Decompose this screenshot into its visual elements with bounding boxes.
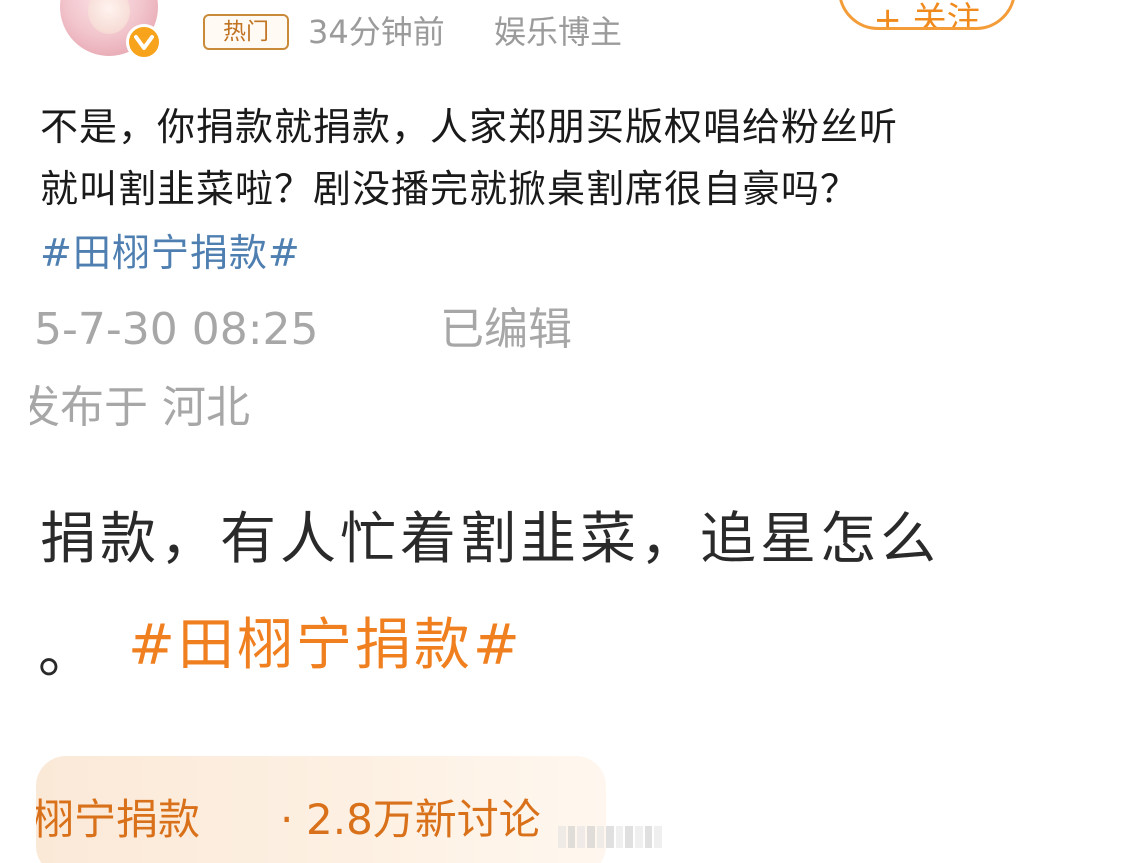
quote-period: 。 xyxy=(38,621,94,686)
topic-separator: · xyxy=(280,795,294,844)
topic-card[interactable]: 栩宁捐款 · 2.8万新讨论 xyxy=(36,756,606,863)
watermark-icon xyxy=(558,826,663,848)
edited-label[interactable]: 已编辑 xyxy=(440,300,572,360)
post-body: 不是，你捐款就捐款，人家郑朋买版权唱给粉丝听 就叫割韭菜啦？剧没播完就掀桌割席很… xyxy=(40,96,1100,220)
quote-line-1: 捐款，有人忙着割韭菜，追星怎么 xyxy=(40,507,940,572)
topic-name: 栩宁捐款 xyxy=(36,795,201,844)
topic-discussion-count: 2.8万新讨论 xyxy=(306,795,541,844)
post-date: 5-7-30 08:25 xyxy=(34,304,319,355)
post-hashtag-link[interactable]: #田栩宁捐款# xyxy=(40,222,301,284)
post-location-wrap: 发布于 河北 xyxy=(30,378,430,442)
quote-hashtag-link[interactable]: #田栩宁捐款# xyxy=(128,604,523,688)
follow-label: + 关注 xyxy=(873,0,981,30)
post-location: 发布于 河北 xyxy=(30,382,250,433)
avatar-photo xyxy=(88,0,130,34)
post-line-1: 不是，你捐款就捐款，人家郑朋买版权唱给粉丝听 xyxy=(40,105,899,149)
follow-button[interactable]: + 关注 xyxy=(838,0,1016,30)
post-line-2: 就叫割韭菜啦？剧没播完就掀桌割席很自豪吗？ xyxy=(40,167,860,211)
verified-icon xyxy=(126,24,162,60)
author-role: 娱乐博主 xyxy=(494,13,623,51)
post-time-ago: 34分钟前 xyxy=(308,13,445,51)
hot-badge: 热门 xyxy=(203,14,289,50)
